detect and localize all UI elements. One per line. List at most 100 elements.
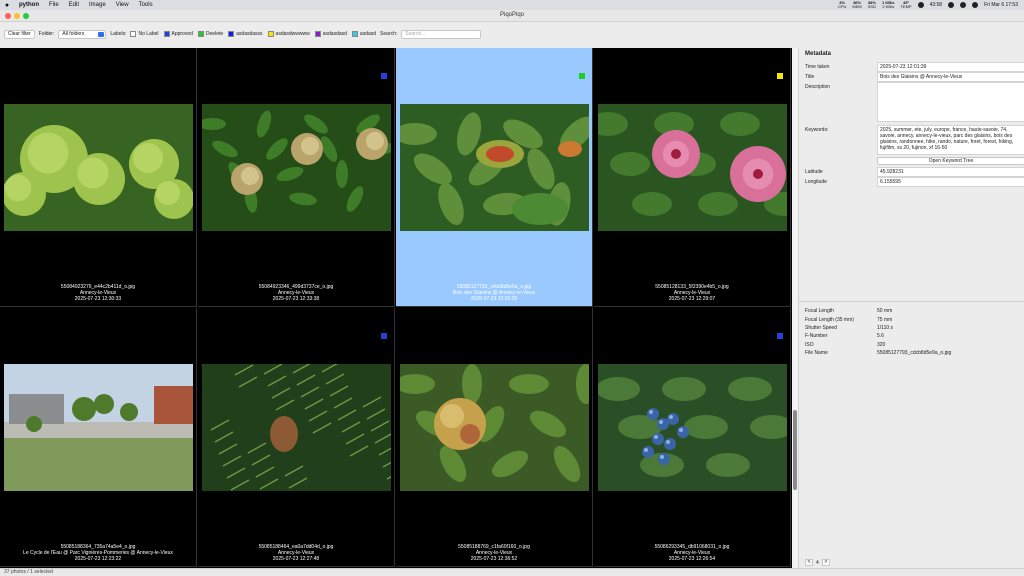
search-input[interactable]: Search... xyxy=(401,29,482,39)
menu-view[interactable]: View xyxy=(111,2,134,8)
photo-thumbnail[interactable] xyxy=(598,104,787,231)
caption-date: 2025-07-23 12:29:07 xyxy=(668,296,716,302)
clear-filter-button[interactable]: Clear filter xyxy=(4,29,35,39)
label-color-swatch xyxy=(228,31,235,37)
photo-cell[interactable]: 55084923276_e44c2b411d_o.jpg Annecy-le-Vi… xyxy=(0,48,197,307)
photo-cell[interactable]: 55085188464_ea0a7dd04d_o.jpg Annecy-le-Vi… xyxy=(198,308,395,567)
photo-image xyxy=(400,364,589,491)
photo-caption: 55085188364_735a74a5e4_o.jpg Le Cycle de … xyxy=(0,544,196,562)
title-field[interactable]: Bois des Glaisins @ Annecy-le-Vieux xyxy=(877,72,1024,82)
photo-cell[interactable]: 55085128133_5f2390e4b5_o.jpg Annecy-le-Vi… xyxy=(594,48,791,307)
label-filter-1[interactable]: Approved xyxy=(163,31,193,37)
label-filter-3[interactable]: asdasdasss xyxy=(228,31,263,37)
photo-caption: 55086293345_db91068031_o.jpg Annecy-le-Vi… xyxy=(594,544,790,562)
scrollbar-thumb[interactable] xyxy=(793,410,797,490)
description-row: Description xyxy=(805,82,1024,122)
caption-date: 2025-07-23 12:30:33 xyxy=(74,296,122,302)
label-filter-6[interactable]: asdasd xyxy=(351,31,377,37)
menu-tools[interactable]: Tools xyxy=(134,2,158,8)
caption-date: 2025-07-23 12:01:39 xyxy=(470,296,518,302)
label-filter-2[interactable]: Deelete xyxy=(197,31,224,37)
photo-thumbnail[interactable] xyxy=(4,364,193,491)
exif-label: Shutter Speed xyxy=(805,325,837,331)
wifi-icon[interactable] xyxy=(948,2,955,8)
next-page-button[interactable]: > xyxy=(821,559,830,566)
menu-file[interactable]: File xyxy=(44,2,64,8)
label-filter-name: asdasd xyxy=(359,31,377,37)
exif-value: 55085127793_cdcb8d5e9a_o.jpg xyxy=(877,350,952,356)
labels-label: Labels: xyxy=(110,31,127,37)
latitude-row: Latitude 45.928231 xyxy=(805,167,1024,177)
cpu-stat[interactable]: 4% CPU xyxy=(838,1,846,9)
ssd-stat[interactable]: 38% SSD xyxy=(868,1,876,9)
menu-edit[interactable]: Edit xyxy=(64,2,84,8)
exif-label: File Name xyxy=(805,350,828,356)
description-field[interactable] xyxy=(877,82,1024,122)
photo-thumbnail[interactable] xyxy=(202,364,391,491)
temp-stat[interactable]: 45° TEMP xyxy=(900,1,911,9)
apple-icon[interactable]: ● xyxy=(0,2,14,9)
folder-select[interactable]: All folders xyxy=(58,29,107,39)
focus-icon[interactable] xyxy=(917,2,924,8)
mem-stat[interactable]: 36% MEM xyxy=(852,1,861,9)
photo-cell[interactable]: 55084923346_499d3737ce_o.jpg Annecy-le-Vi… xyxy=(198,48,395,307)
exif-value: 50 mm xyxy=(877,308,893,314)
prev-page-button[interactable]: < xyxy=(805,559,813,566)
time-taken-row: Time taken 2025-07-23 12:01:39 xyxy=(805,62,1024,72)
photo-cell[interactable]: 55085188769_c1fa60f160_o.jpg Annecy-le-Vi… xyxy=(396,308,593,567)
label-filter-4[interactable]: asdasdwwwww xyxy=(267,31,310,37)
exif-value: 1/110 s xyxy=(877,325,894,331)
longitude-field[interactable]: 6.155595 xyxy=(877,177,1024,187)
longitude-row: Longitude 6.155595 xyxy=(805,177,1024,187)
photo-thumbnail[interactable] xyxy=(400,364,589,491)
status-bar: 37 photos / 1 selected xyxy=(0,568,1024,576)
photo-caption: 55085188464_ea0a7dd04d_o.jpg Annecy-le-Vi… xyxy=(198,544,394,562)
cpu-label: CPU xyxy=(837,4,847,9)
photo-cell[interactable]: 55085188364_735a74a5e4_o.jpg Le Cycle de … xyxy=(0,308,197,567)
clock[interactable]: Fri Mar 6 17:53 xyxy=(984,2,1018,8)
window-titlebar: PiqoPiqo xyxy=(0,10,1024,22)
photo-thumbnail[interactable] xyxy=(202,104,391,231)
battery-time[interactable]: 43:58 xyxy=(930,2,943,8)
description-label: Description xyxy=(805,84,831,90)
photo-caption: 55085128133_5f2390e4b5_o.jpg Annecy-le-Vi… xyxy=(594,284,790,302)
time-taken-field[interactable]: 2025-07-23 12:01:39 xyxy=(877,62,1024,72)
photo-grid: 55084923276_e44c2b411d_o.jpg Annecy-le-Vi… xyxy=(0,48,792,568)
panel-splitter[interactable] xyxy=(799,301,1024,302)
net-down-value: 2 KB/s xyxy=(882,4,895,9)
photo-image xyxy=(202,364,391,491)
time-taken-label: Time taken xyxy=(805,64,830,70)
page-number: 4 xyxy=(816,559,819,566)
photo-thumbnail[interactable] xyxy=(400,104,589,231)
control-center-icon[interactable] xyxy=(972,2,979,8)
mem-label: MEM xyxy=(852,4,862,9)
menu-python[interactable]: python xyxy=(14,2,44,8)
network-stat[interactable]: 1 KB/s 2 KB/s xyxy=(882,1,894,9)
latitude-field[interactable]: 45.928231 xyxy=(877,167,1024,177)
metadata-panel: Metadata Time taken 2025-07-23 12:01:39 … xyxy=(798,48,1024,568)
metadata-heading: Metadata xyxy=(805,51,832,57)
caption-date: 2025-07-23 12:26:54 xyxy=(668,556,716,562)
label-filter-5[interactable]: asdasdasd xyxy=(314,31,347,37)
photo-cell[interactable]: 55085127793_cdcb8d5e9a_o.jpg Bois des Gla… xyxy=(396,48,593,307)
exif-value: 5.6 xyxy=(877,333,884,339)
label-filter-name: asdasdasss xyxy=(236,31,263,37)
photo-thumbnail[interactable] xyxy=(4,104,193,231)
menu-bar: ● python File Edit Image View Tools 4% CP… xyxy=(0,0,1024,10)
keywords-field[interactable]: 2025, summer, ete, july, europe, france,… xyxy=(877,125,1024,155)
exif-value: 75 mm xyxy=(877,317,893,323)
label-filter-name: Deelete xyxy=(205,31,224,37)
exif-label: Focal Length xyxy=(805,308,834,314)
pager: < 4 > xyxy=(805,559,830,566)
open-keyword-tree-button[interactable]: Open Keyword Tree xyxy=(877,157,1024,165)
label-color-swatch xyxy=(314,31,321,37)
photo-thumbnail[interactable] xyxy=(598,364,787,491)
search-icon[interactable] xyxy=(960,2,967,8)
window-title: PiqoPiqo xyxy=(499,12,525,18)
caption-date: 2025-07-23 12:33:38 xyxy=(272,296,320,302)
menu-image[interactable]: Image xyxy=(84,2,111,8)
label-filter-0[interactable]: No Label xyxy=(130,31,159,37)
keywords-row: Keywords: 2025, summer, ete, july, europ… xyxy=(805,125,1024,155)
label-marker xyxy=(381,333,387,339)
photo-cell[interactable]: 55086293345_db91068031_o.jpg Annecy-le-Vi… xyxy=(594,308,791,567)
